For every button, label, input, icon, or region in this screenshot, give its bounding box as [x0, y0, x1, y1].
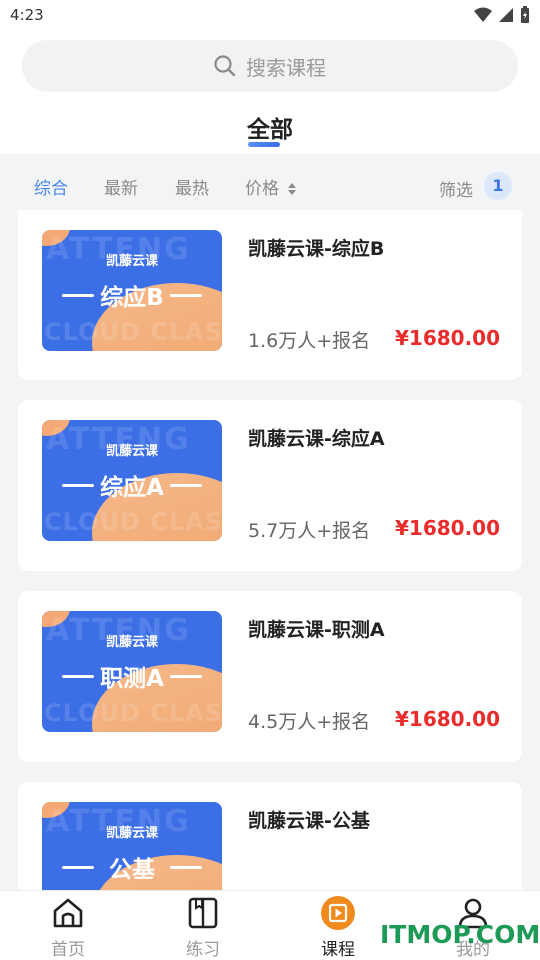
course-price: ¥1680.00	[394, 707, 500, 731]
battery-icon	[521, 6, 529, 23]
wifi-icon	[474, 7, 492, 22]
course-enrolled: 5.7万人+报名	[248, 520, 371, 542]
course-enrolled: 4.5万人+报名	[248, 711, 371, 733]
filter-hottest[interactable]: 最热	[175, 174, 209, 199]
thumb-subject: 综应B	[100, 285, 164, 311]
course-title: 凯藤云课-公基	[248, 810, 370, 832]
filter-screen-button[interactable]: 筛选	[439, 176, 473, 201]
nav-course-label: 课程	[321, 940, 355, 960]
status-bar: 4:23	[0, 0, 540, 30]
course-title: 凯藤云课-职测A	[248, 619, 385, 641]
thumb-subject: 综应A	[100, 475, 164, 501]
nav-practice-label: 练习	[186, 940, 220, 960]
thumb-watermark: CLOUD CLASS	[44, 508, 222, 536]
thumb-watermark: CLOUD CLASS	[44, 318, 222, 346]
course-card[interactable]: ATTENG CLOUD CLASS 凯藤云课 综应A 凯藤云课-综应A 5.7…	[18, 400, 522, 571]
course-list: ATTENG CLOUD CLASS 凯藤云课 综应B 凯藤云课-综应B 1.6…	[18, 210, 522, 960]
course-title: 凯藤云课-综应A	[248, 428, 385, 450]
thumb-brand: 凯藤云课	[105, 635, 158, 650]
course-title: 凯藤云课-综应B	[248, 238, 385, 260]
course-thumbnail: ATTENG CLOUD CLASS 凯藤云课 综应B	[42, 230, 222, 351]
thumb-brand: 凯藤云课	[105, 444, 158, 459]
filter-price-label: 价格	[245, 179, 279, 199]
nav-practice[interactable]: 练习	[158, 895, 248, 960]
site-watermark: ITMOP.COM	[380, 920, 540, 949]
course-thumbnail: ATTENG CLOUD CLASS 凯藤云课 职测A	[42, 611, 222, 732]
search-placeholder: 搜索课程	[246, 55, 326, 80]
filter-count-badge: 1	[484, 172, 512, 200]
filter-bar: 综合 最新 最热 价格 筛选 1	[0, 154, 540, 210]
tab-indicator	[248, 142, 280, 147]
status-icons	[474, 6, 530, 24]
thumb-subject: 职测A	[100, 666, 164, 692]
thumb-brand: 凯藤云课	[105, 254, 158, 269]
course-price: ¥1680.00	[394, 516, 500, 540]
nav-course[interactable]: 课程	[293, 895, 383, 960]
signal-icon	[499, 8, 513, 22]
book-icon	[188, 897, 218, 929]
home-icon	[53, 898, 83, 928]
thumb-brand: 凯藤云课	[105, 826, 158, 841]
thumb-watermark: CLOUD CLASS	[44, 699, 222, 727]
header: 搜索课程 全部	[0, 30, 540, 154]
filter-price[interactable]: 价格	[245, 174, 297, 199]
search-input[interactable]: 搜索课程	[22, 40, 518, 92]
filter-comprehensive[interactable]: 综合	[34, 174, 68, 199]
course-price: ¥1680.00	[394, 326, 500, 350]
sort-arrows-icon	[288, 183, 297, 195]
course-thumbnail: ATTENG CLOUD CLASS 凯藤云课 综应A	[42, 420, 222, 541]
course-enrolled: 1.6万人+报名	[248, 330, 371, 352]
thumb-subject: 公基	[109, 857, 155, 883]
filter-latest[interactable]: 最新	[104, 174, 138, 199]
tab-all[interactable]: 全部	[0, 110, 540, 144]
course-card[interactable]: ATTENG CLOUD CLASS 凯藤云课 职测A 凯藤云课-职测A 4.5…	[18, 591, 522, 762]
nav-home-label: 首页	[51, 940, 85, 960]
nav-home[interactable]: 首页	[23, 895, 113, 960]
search-icon	[214, 55, 236, 77]
status-time: 4:23	[10, 6, 44, 24]
course-card[interactable]: ATTENG CLOUD CLASS 凯藤云课 综应B 凯藤云课-综应B 1.6…	[18, 210, 522, 380]
course-play-icon	[321, 896, 355, 930]
